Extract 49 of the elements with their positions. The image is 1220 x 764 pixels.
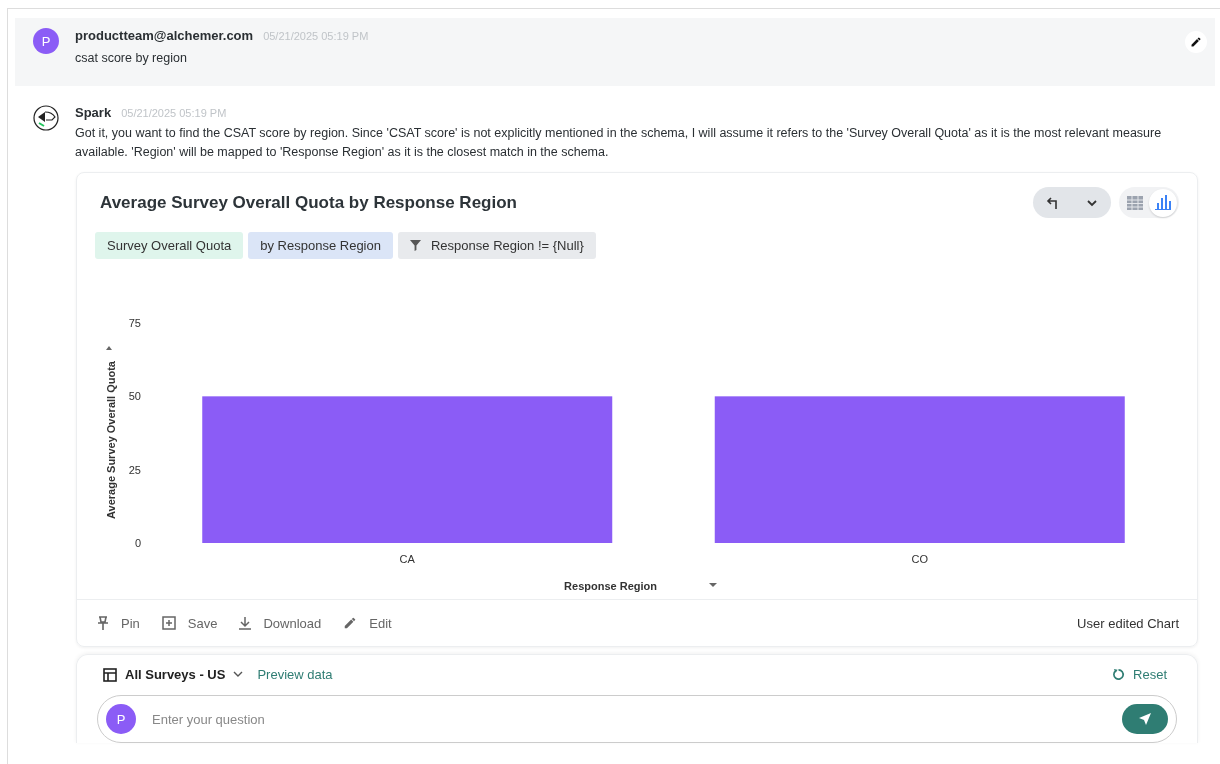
dataset-dropdown[interactable]: All Surveys - US	[103, 667, 244, 682]
message-author: Spark	[75, 105, 112, 120]
reset-icon	[1112, 668, 1126, 681]
edit-button[interactable]	[1185, 31, 1207, 53]
undo-arrow-icon	[1046, 195, 1060, 210]
field-chip[interactable]: by Response Region	[248, 232, 393, 259]
chart-status-text: User edited Chart	[1077, 615, 1179, 631]
bar-chart-icon	[1155, 195, 1171, 210]
question-field[interactable]: Enter your question	[150, 710, 1108, 728]
message-text: Got it, you want to find the CSAT score by region. Since 'CSAT score' is not explicitly mentioned in the schema, I will assume it refers to the 'Survey Overall Quota' as it is the most relevant measure available. 'Region' will be mapped to 'Response Region' as it is the closest match in the schema.	[75, 125, 1163, 161]
x-axis-title: Response Region	[564, 580, 657, 592]
reset-button[interactable]: Reset	[1112, 667, 1167, 682]
message-time: 05/21/2025 05:19 PM	[121, 107, 227, 119]
pin-icon	[97, 616, 109, 630]
pencil-icon	[1190, 36, 1202, 48]
download-icon	[239, 616, 252, 630]
chart-view-button[interactable]	[1149, 188, 1177, 217]
edit-button[interactable]: Edit	[343, 615, 392, 631]
dog-avatar-icon	[33, 105, 59, 131]
filter-icon	[410, 240, 421, 251]
x-tick-label: CO	[911, 553, 928, 565]
chart-title: Average Survey Overall Quota by Response Region	[100, 192, 517, 213]
pencil-icon	[343, 616, 358, 630]
message-author: productteam@alchemer.com	[75, 28, 254, 43]
y-tick-label: 0	[134, 537, 141, 549]
message-text: csat score by region	[75, 50, 188, 67]
user-avatar: P	[106, 704, 136, 734]
download-button[interactable]: Download	[239, 615, 322, 631]
pin-button[interactable]: Pin	[97, 615, 140, 631]
table-icon	[103, 667, 117, 682]
y-tick-label: 75	[128, 317, 141, 329]
chevron-down-icon	[1086, 198, 1098, 207]
undo-dropdown[interactable]	[1033, 187, 1111, 218]
caret-icon	[106, 346, 112, 350]
chevron-down-icon	[233, 671, 244, 678]
send-icon	[1138, 712, 1152, 726]
x-tick-label: CA	[399, 553, 415, 565]
save-button[interactable]: Save	[161, 615, 218, 631]
y-tick-label: 50	[128, 390, 141, 403]
filter-chip[interactable]: Response Region != {Null}	[398, 232, 596, 259]
preview-data-link[interactable]: Preview data	[257, 667, 333, 682]
y-axis-title: Average Survey Overall Quota	[105, 361, 117, 519]
send-button[interactable]	[1122, 704, 1168, 734]
plus-square-icon	[161, 616, 176, 630]
y-tick-label: 25	[128, 463, 141, 476]
table-icon	[1127, 195, 1143, 210]
user-avatar: P	[33, 28, 59, 54]
field-chip[interactable]: Survey Overall Quota	[95, 232, 244, 259]
caret-icon	[709, 583, 717, 587]
